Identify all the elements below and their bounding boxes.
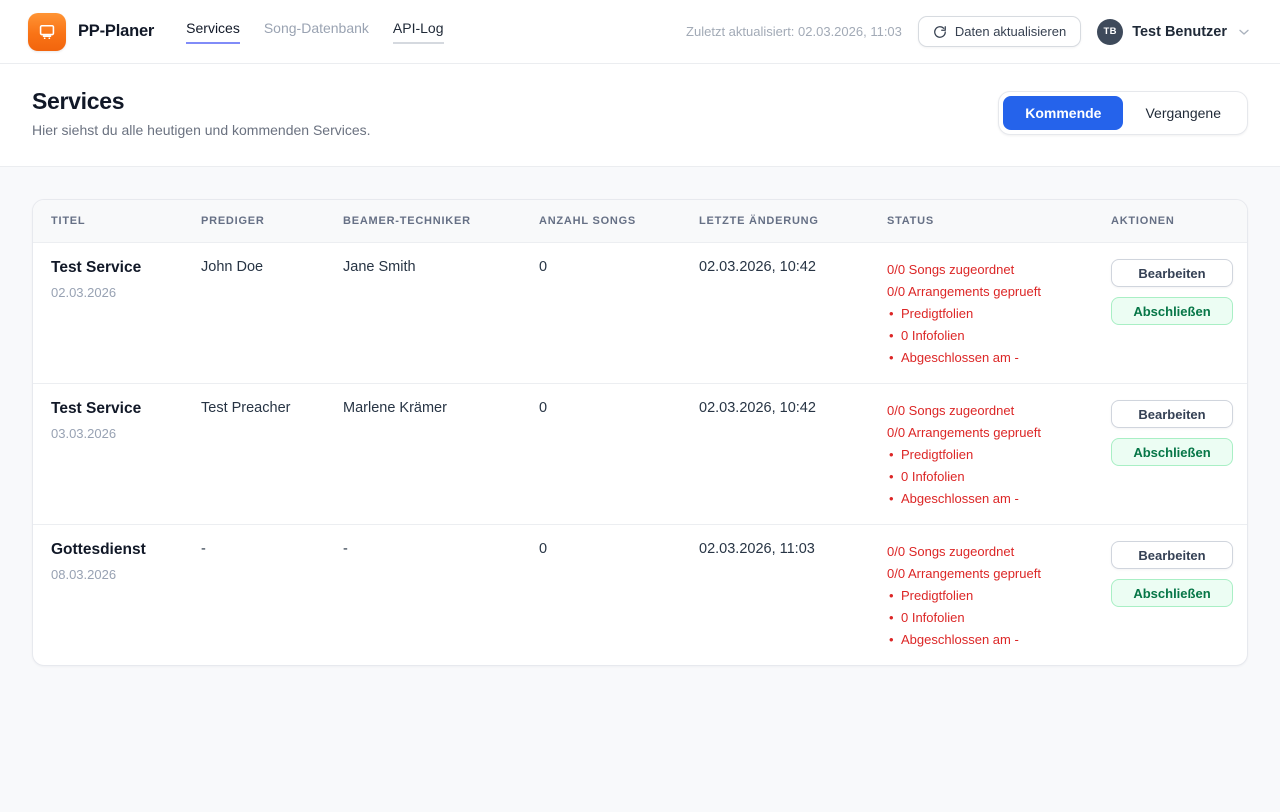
table-header-row: TITEL PREDIGER BEAMER-TECHNIKER ANZAHL S…: [33, 200, 1247, 243]
status-line: 0/0 Arrangements geprueft: [887, 281, 1097, 303]
column-header-prediger: PREDIGER: [201, 215, 343, 227]
status-line: Predigtfolien: [887, 444, 1097, 466]
service-date: 08.03.2026: [51, 567, 187, 582]
anzahl-songs-value: 0: [539, 541, 699, 651]
status-line: 0 Infofolien: [887, 325, 1097, 347]
refresh-button-label: Daten aktualisieren: [955, 24, 1066, 39]
status-line: 0/0 Arrangements geprueft: [887, 563, 1097, 585]
row-actions: Bearbeiten Abschließen: [1111, 400, 1233, 466]
refresh-icon: [933, 25, 947, 39]
status-line: 0 Infofolien: [887, 466, 1097, 488]
anzahl-songs-value: 0: [539, 259, 699, 369]
table-row: Gottesdienst 08.03.2026 - - 0 02.03.2026…: [33, 525, 1247, 665]
anzahl-songs-value: 0: [539, 400, 699, 510]
nav-item-services[interactable]: Services: [186, 20, 240, 44]
letzte-aenderung-value: 02.03.2026, 11:03: [699, 541, 887, 651]
beamer-techniker-value: -: [343, 541, 539, 651]
complete-button[interactable]: Abschließen: [1111, 438, 1233, 466]
status-line: Abgeschlossen am -: [887, 629, 1097, 651]
user-name: Test Benutzer: [1132, 24, 1227, 40]
status-line: Predigtfolien: [887, 303, 1097, 325]
services-table-card: TITEL PREDIGER BEAMER-TECHNIKER ANZAHL S…: [32, 199, 1248, 666]
nav-item-song-datenbank[interactable]: Song-Datenbank: [264, 20, 369, 44]
filter-vergangene-button[interactable]: Vergangene: [1123, 96, 1243, 130]
row-actions: Bearbeiten Abschließen: [1111, 259, 1233, 325]
edit-button[interactable]: Bearbeiten: [1111, 541, 1233, 569]
prediger-value: -: [201, 541, 343, 651]
row-actions: Bearbeiten Abschließen: [1111, 541, 1233, 607]
status-cell: 0/0 Songs zugeordnet 0/0 Arrangements ge…: [887, 541, 1111, 651]
avatar: TB: [1097, 19, 1123, 45]
column-header-aktionen: AKTIONEN: [1111, 215, 1247, 227]
status-line: 0/0 Songs zugeordnet: [887, 259, 1097, 281]
prediger-value: Test Preacher: [201, 400, 343, 510]
column-header-titel: TITEL: [33, 215, 201, 227]
service-title: Test Service: [51, 400, 187, 418]
page-title: Services: [32, 88, 371, 115]
page-subtitle: Hier siehst du alle heutigen und kommend…: [32, 122, 371, 138]
status-line: 0/0 Songs zugeordnet: [887, 400, 1097, 422]
table-row: Test Service 03.03.2026 Test Preacher Ma…: [33, 384, 1247, 525]
complete-button[interactable]: Abschließen: [1111, 579, 1233, 607]
status-line: 0 Infofolien: [887, 607, 1097, 629]
status-line: 0/0 Songs zugeordnet: [887, 541, 1097, 563]
chevron-down-icon: [1236, 24, 1252, 40]
presentation-screen-icon: [36, 21, 58, 43]
letzte-aenderung-value: 02.03.2026, 10:42: [699, 400, 887, 510]
status-cell: 0/0 Songs zugeordnet 0/0 Arrangements ge…: [887, 259, 1111, 369]
filter-kommende-button[interactable]: Kommende: [1003, 96, 1123, 130]
top-header: PP-Planer Services Song-Datenbank API-Lo…: [0, 0, 1280, 64]
nav-item-api-log[interactable]: API-Log: [393, 20, 444, 44]
page-header: Services Hier siehst du alle heutigen un…: [0, 64, 1280, 167]
last-updated-text: Zuletzt aktualisiert: 02.03.2026, 11:03: [686, 24, 902, 39]
edit-button[interactable]: Bearbeiten: [1111, 400, 1233, 428]
service-date: 03.03.2026: [51, 426, 187, 441]
table-row: Test Service 02.03.2026 John Doe Jane Sm…: [33, 243, 1247, 384]
main-nav: Services Song-Datenbank API-Log: [186, 20, 443, 44]
letzte-aenderung-value: 02.03.2026, 10:42: [699, 259, 887, 369]
status-line: Predigtfolien: [887, 585, 1097, 607]
complete-button[interactable]: Abschließen: [1111, 297, 1233, 325]
status-line: 0/0 Arrangements geprueft: [887, 422, 1097, 444]
column-header-anzahl-songs: ANZAHL SONGS: [539, 215, 699, 227]
status-cell: 0/0 Songs zugeordnet 0/0 Arrangements ge…: [887, 400, 1111, 510]
app-logo: [28, 13, 66, 51]
edit-button[interactable]: Bearbeiten: [1111, 259, 1233, 287]
service-title: Gottesdienst: [51, 541, 187, 559]
column-header-beamer-techniker: BEAMER-TECHNIKER: [343, 215, 539, 227]
brand-name: PP-Planer: [78, 22, 154, 41]
prediger-value: John Doe: [201, 259, 343, 369]
service-title: Test Service: [51, 259, 187, 277]
column-header-letzte-aenderung: LETZTE ÄNDERUNG: [699, 215, 887, 227]
status-line: Abgeschlossen am -: [887, 488, 1097, 510]
beamer-techniker-value: Jane Smith: [343, 259, 539, 369]
service-filter-toggle: Kommende Vergangene: [998, 91, 1248, 135]
beamer-techniker-value: Marlene Krämer: [343, 400, 539, 510]
page-body: TITEL PREDIGER BEAMER-TECHNIKER ANZAHL S…: [0, 167, 1280, 812]
user-menu[interactable]: TB Test Benutzer: [1097, 19, 1252, 45]
refresh-data-button[interactable]: Daten aktualisieren: [918, 16, 1081, 47]
service-date: 02.03.2026: [51, 285, 187, 300]
column-header-status: STATUS: [887, 215, 1111, 227]
status-line: Abgeschlossen am -: [887, 347, 1097, 369]
